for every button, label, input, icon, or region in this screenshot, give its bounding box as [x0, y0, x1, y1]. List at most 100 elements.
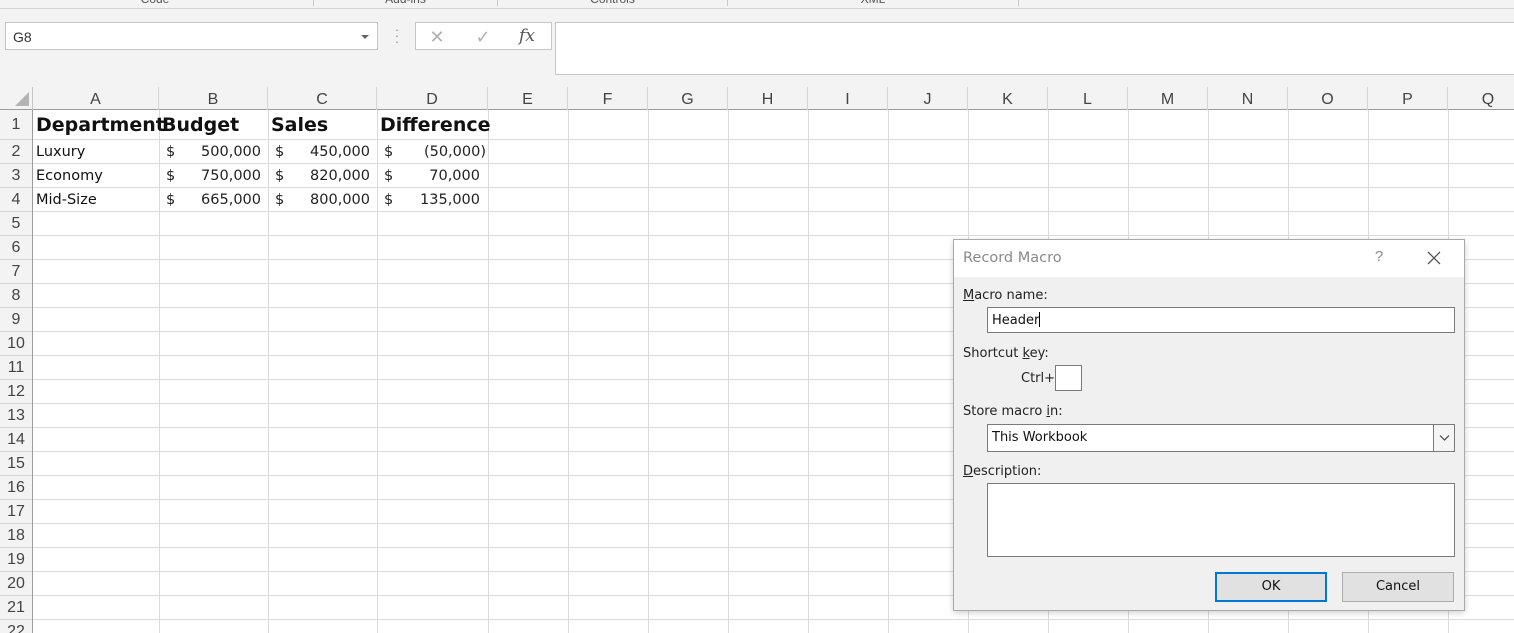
column-header-q[interactable]: Q [1448, 87, 1514, 110]
description-textarea[interactable] [987, 483, 1455, 557]
store-macro-label: Store macro in: [963, 404, 1063, 419]
grid-line [888, 110, 889, 633]
formula-input[interactable] [555, 22, 1514, 75]
row-header[interactable]: 18 [0, 524, 32, 548]
formula-bar-area: G8 · · · ✕ ✓ fx [0, 9, 1514, 87]
column-header-a[interactable]: A [33, 87, 159, 110]
cell-a1[interactable]: Department [33, 110, 165, 140]
row-header[interactable]: 7 [0, 260, 32, 284]
grid-line [268, 110, 269, 633]
cell-b4[interactable]: 665,000 [183, 188, 261, 212]
row-header[interactable]: 14 [0, 428, 32, 452]
row-header[interactable]: 12 [0, 380, 32, 404]
cell-d1[interactable]: Difference [377, 110, 491, 140]
cell-c3[interactable]: 820,000 [292, 164, 370, 188]
row-header[interactable]: 8 [0, 284, 32, 308]
store-macro-select[interactable]: This Workbook [987, 424, 1455, 452]
row-header[interactable]: 15 [0, 452, 32, 476]
currency-symbol: $ [384, 192, 394, 208]
row-header[interactable]: 10 [0, 332, 32, 356]
row-header[interactable]: 16 [0, 476, 32, 500]
store-macro-label-pre: Store macro [963, 404, 1047, 419]
macro-name-input-value: Header [992, 312, 1041, 328]
grid-line [488, 110, 489, 633]
cell-c2[interactable]: 450,000 [292, 140, 370, 164]
column-header-l[interactable]: L [1048, 87, 1128, 110]
name-box-value: G8 [13, 29, 32, 45]
row-header[interactable]: 20 [0, 572, 32, 596]
row-header[interactable]: 5 [0, 212, 32, 236]
formula-bar-resize-handle[interactable]: · · · [392, 22, 402, 48]
store-macro-label-post: n: [1050, 404, 1063, 419]
dialog-title: Record Macro [963, 250, 1062, 266]
cell-c4[interactable]: 800,000 [292, 188, 370, 212]
cell-a3[interactable]: Economy [33, 164, 103, 188]
name-box-dropdown-icon[interactable] [361, 35, 369, 39]
currency-symbol: $ [275, 168, 285, 184]
row-header[interactable]: 4 [0, 188, 32, 212]
currency-symbol: $ [166, 168, 176, 184]
insert-function-icon[interactable]: fx [514, 25, 540, 47]
cancel-entry-icon[interactable]: ✕ [424, 26, 450, 48]
cell-b1[interactable]: Budget [159, 110, 239, 140]
currency-symbol: $ [275, 144, 285, 160]
column-header-j[interactable]: J [888, 87, 968, 110]
row-header[interactable]: 17 [0, 500, 32, 524]
row-header[interactable]: 3 [0, 164, 32, 188]
ribbon-group-xml: XML [728, 0, 1018, 8]
column-header-b[interactable]: B [159, 87, 268, 110]
column-header-h[interactable]: H [728, 87, 808, 110]
macro-name-input[interactable]: Header [987, 307, 1455, 333]
row-header[interactable]: 9 [0, 308, 32, 332]
ribbon-group-addins: Add-ins [314, 0, 497, 8]
row-header[interactable]: 21 [0, 596, 32, 620]
confirm-entry-icon[interactable]: ✓ [470, 26, 496, 48]
column-header-f[interactable]: F [568, 87, 648, 110]
close-icon[interactable] [1422, 246, 1446, 270]
macro-name-label: Macro name: [963, 288, 1048, 303]
cell-a2[interactable]: Luxury [33, 140, 85, 164]
column-header-p[interactable]: P [1368, 87, 1448, 110]
cell-c1[interactable]: Sales [268, 110, 328, 140]
grid-line [33, 619, 1514, 620]
row-header[interactable]: 22 [0, 620, 32, 633]
column-header-k[interactable]: K [968, 87, 1048, 110]
row-header[interactable]: 13 [0, 404, 32, 428]
ribbon-group-labels: Code Add-ins Controls XML [0, 0, 1514, 9]
store-macro-value: This Workbook [992, 430, 1088, 445]
grid-line [159, 110, 160, 633]
shortcut-key-accesskey: k [1022, 346, 1030, 361]
ribbon-group-controls: Controls [498, 0, 727, 8]
description-label: Description: [963, 464, 1041, 479]
column-header-i[interactable]: I [808, 87, 888, 110]
column-header-n[interactable]: N [1208, 87, 1288, 110]
column-header-o[interactable]: O [1288, 87, 1368, 110]
row-header[interactable]: 1 [0, 110, 32, 140]
description-accesskey: D [963, 464, 974, 479]
dialog-titlebar[interactable]: Record Macro ? [954, 240, 1464, 277]
name-box[interactable]: G8 [5, 22, 378, 50]
help-icon[interactable]: ? [1370, 248, 1388, 266]
column-header-g[interactable]: G [648, 87, 728, 110]
ok-button[interactable]: OK [1215, 572, 1327, 602]
column-header-d[interactable]: D [377, 87, 488, 110]
column-header-m[interactable]: M [1128, 87, 1208, 110]
row-header[interactable]: 2 [0, 140, 32, 164]
cell-a4[interactable]: Mid-Size [33, 188, 97, 212]
cancel-button[interactable]: Cancel [1342, 572, 1454, 602]
record-macro-dialog: Record Macro ? Macro name: Header Shortc… [953, 239, 1465, 611]
store-macro-dropdown[interactable] [1433, 425, 1454, 451]
cell-d2[interactable]: (50,000) [401, 140, 486, 164]
cell-d4[interactable]: 135,000 [401, 188, 480, 212]
cell-d3[interactable]: 70,000 [401, 164, 480, 188]
column-header-c[interactable]: C [268, 87, 377, 110]
description-label-post: escription: [973, 464, 1042, 479]
shortcut-key-input[interactable] [1055, 365, 1082, 391]
cell-b3[interactable]: 750,000 [183, 164, 261, 188]
row-header[interactable]: 19 [0, 548, 32, 572]
cell-b2[interactable]: 500,000 [183, 140, 261, 164]
column-header-e[interactable]: E [488, 87, 568, 110]
row-header[interactable]: 6 [0, 236, 32, 260]
row-header[interactable]: 11 [0, 356, 32, 380]
select-all-button[interactable] [0, 87, 33, 110]
